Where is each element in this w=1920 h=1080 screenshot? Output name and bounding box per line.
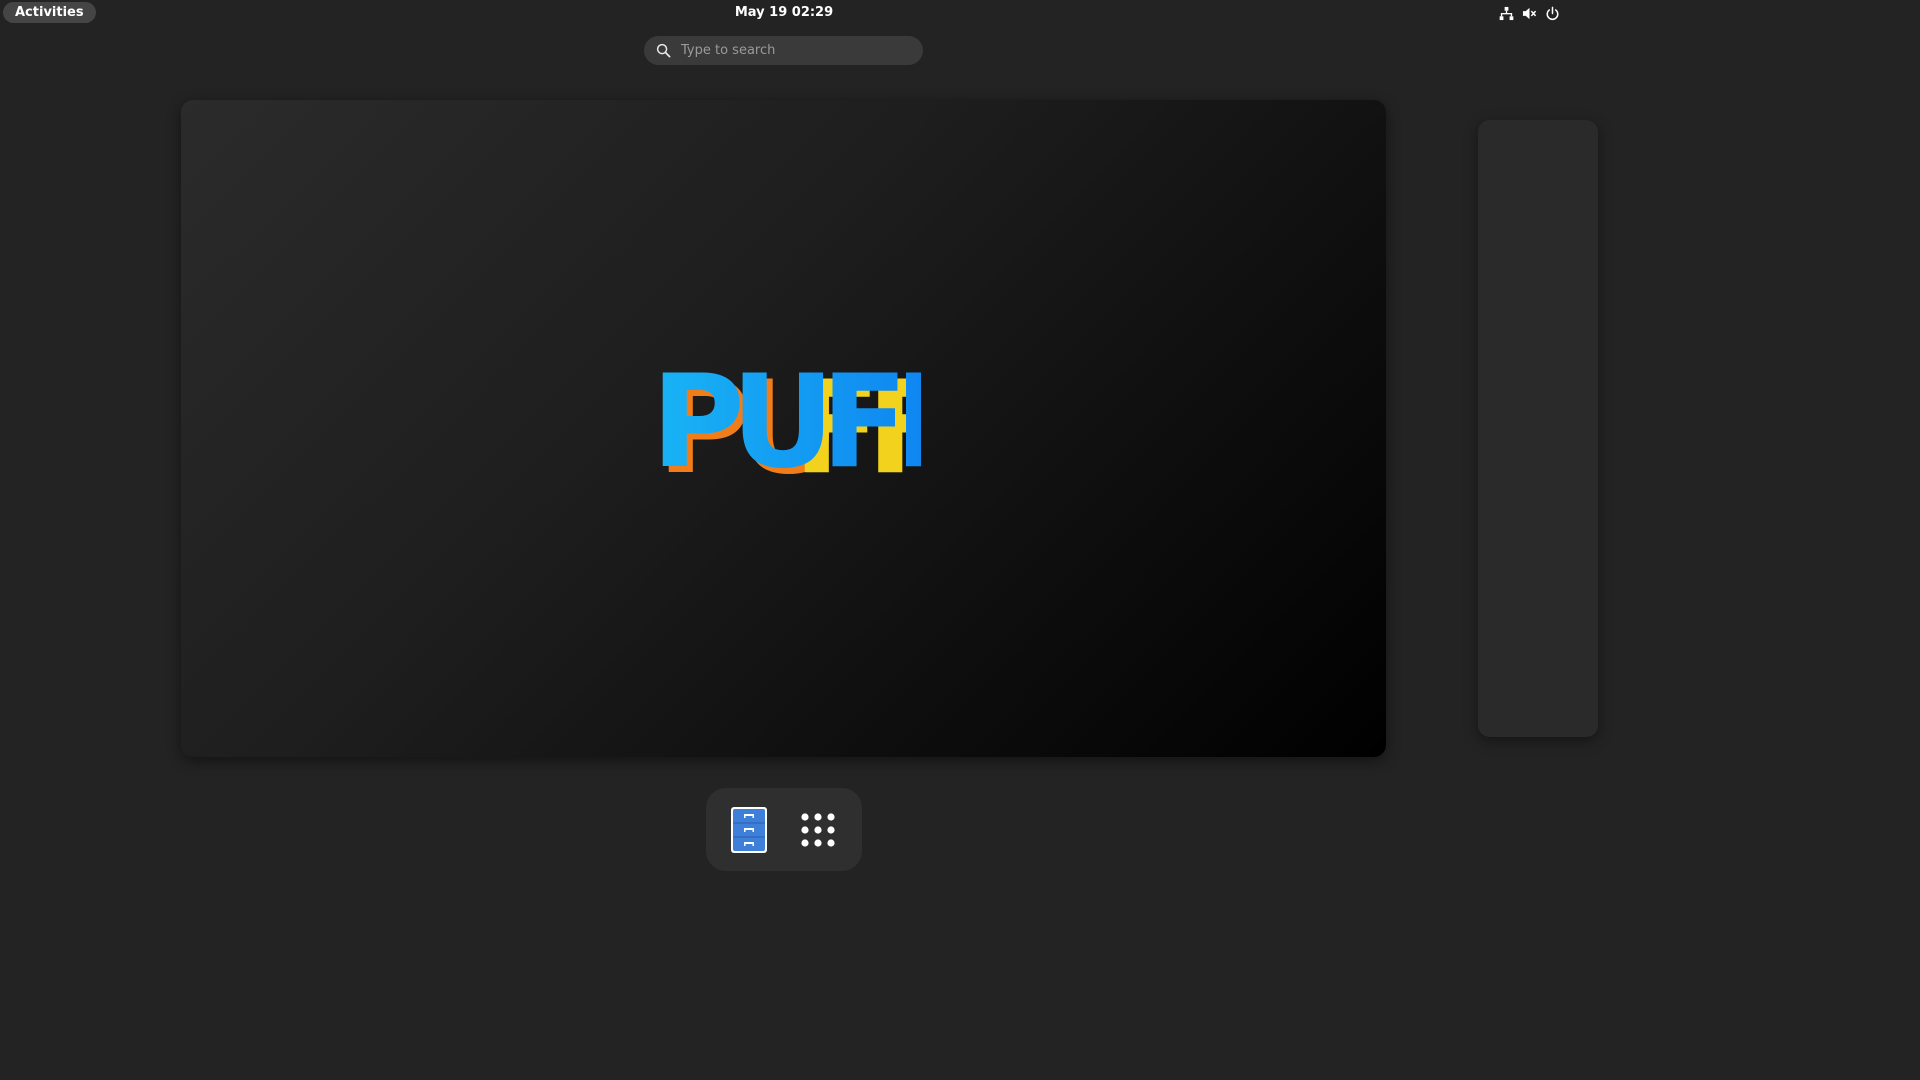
app-grid-icon (801, 813, 835, 847)
dash (706, 788, 862, 871)
puff-logo: PU FF PUFF (651, 360, 921, 480)
files-app-button[interactable] (723, 804, 775, 856)
top-bar: Activities May 19 02:29 (0, 0, 1568, 26)
show-applications-button[interactable] (792, 804, 844, 856)
search-bar[interactable] (644, 36, 923, 65)
workspace-thumbnail[interactable]: PU FF PUFF (181, 100, 1386, 757)
search-icon (655, 43, 671, 59)
next-workspace-thumbnail[interactable] (1478, 120, 1598, 737)
clock-container: May 19 02:29 (0, 0, 1568, 26)
network-wired-icon[interactable] (1498, 5, 1514, 21)
wallpaper-logo-text: PUFF (651, 360, 921, 480)
system-tray[interactable] (1498, 4, 1560, 22)
file-cabinet-icon (731, 807, 767, 853)
audio-muted-icon[interactable] (1521, 5, 1537, 21)
search-input[interactable] (679, 42, 903, 59)
power-icon[interactable] (1544, 5, 1560, 21)
clock-button[interactable]: May 19 02:29 (735, 5, 833, 20)
activities-button[interactable]: Activities (3, 2, 96, 23)
